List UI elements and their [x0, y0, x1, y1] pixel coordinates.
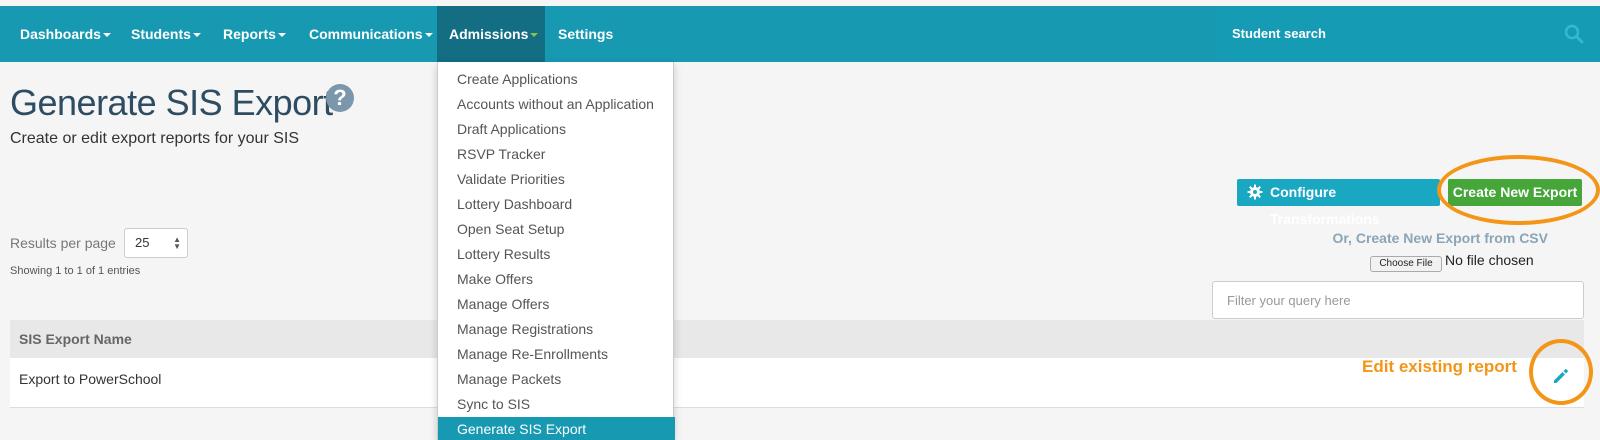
- student-search-label: Student search: [1232, 26, 1326, 41]
- menu-item-lottery-dashboard[interactable]: Lottery Dashboard: [438, 192, 675, 216]
- menu-item-manage-offers[interactable]: Manage Offers: [438, 292, 675, 316]
- menu-item-manage-registrations[interactable]: Manage Registrations: [438, 317, 675, 341]
- nav-communications[interactable]: Communications: [297, 6, 445, 62]
- admissions-dropdown-menu: Create Applications Accounts without an …: [437, 62, 675, 440]
- no-file-chosen-text: No file chosen: [1445, 252, 1534, 268]
- configure-transformations-label: Configure Transformations: [1270, 184, 1380, 227]
- menu-item-create-applications[interactable]: Create Applications: [438, 67, 675, 91]
- search-icon[interactable]: [1564, 24, 1584, 44]
- nav-label: Admissions: [449, 26, 529, 42]
- column-header-sis-export-name[interactable]: SIS Export Name: [19, 320, 132, 358]
- showing-entries-text: Showing 1 to 1 of 1 entries: [10, 265, 141, 277]
- menu-item-validate-priorities[interactable]: Validate Priorities: [438, 167, 675, 191]
- export-name-cell: Export to PowerSchool: [19, 371, 162, 387]
- table-header: SIS Export Name: [10, 320, 1584, 358]
- results-per-page-value: 25: [135, 235, 150, 250]
- menu-item-rsvp-tracker[interactable]: RSVP Tracker: [438, 142, 675, 166]
- nav-label: Communications: [309, 26, 423, 42]
- highlight-circle-edit: [1529, 339, 1593, 405]
- results-per-page-select[interactable]: 25 ▲ ▼: [124, 228, 188, 258]
- configure-transformations-button[interactable]: Configure Transformations: [1237, 179, 1440, 227]
- csv-export-label: Or, Create New Export from CSV: [1332, 230, 1548, 246]
- nav-students[interactable]: Students: [119, 6, 213, 62]
- menu-item-open-seat-setup[interactable]: Open Seat Setup: [438, 217, 675, 241]
- page-title: Generate SIS Export: [10, 82, 333, 123]
- nav-label: Reports: [223, 26, 276, 42]
- gear-icon: [1247, 184, 1263, 200]
- help-icon[interactable]: ?: [326, 84, 354, 112]
- menu-item-lottery-results[interactable]: Lottery Results: [438, 242, 675, 266]
- caret-down-icon: [277, 33, 286, 38]
- nav-reports[interactable]: Reports: [211, 6, 298, 62]
- nav-label: Students: [131, 26, 191, 42]
- nav-settings[interactable]: Settings: [546, 6, 625, 62]
- caret-down-icon: [530, 33, 539, 38]
- top-nav-bar: Dashboards Students Reports Communicatio…: [0, 6, 1600, 62]
- menu-item-manage-packets[interactable]: Manage Packets: [438, 367, 675, 391]
- table-row[interactable]: Export to PowerSchool: [10, 358, 1584, 408]
- caret-down-icon: [192, 33, 201, 38]
- nav-label: Dashboards: [20, 26, 101, 42]
- menu-item-accounts-without-application[interactable]: Accounts without an Application: [438, 92, 675, 116]
- menu-item-generate-sis-export[interactable]: Generate SIS Export: [438, 417, 675, 440]
- nav-admissions[interactable]: Admissions: [437, 6, 545, 62]
- nav-dashboards[interactable]: Dashboards: [8, 6, 123, 62]
- menu-item-manage-re-enrollments[interactable]: Manage Re-Enrollments: [438, 342, 675, 366]
- results-per-page-label: Results per page: [10, 235, 116, 251]
- caret-down-icon: [102, 33, 111, 38]
- highlight-circle-create: [1437, 155, 1600, 225]
- menu-item-sync-to-sis[interactable]: Sync to SIS: [438, 392, 675, 416]
- choose-file-button[interactable]: Choose File: [1370, 256, 1442, 272]
- caret-down-icon: [424, 33, 433, 38]
- select-arrows-icon: ▲ ▼: [173, 235, 181, 251]
- nav-label: Settings: [558, 26, 614, 42]
- edit-existing-report-annotation: Edit existing report: [1362, 357, 1517, 376]
- filter-query-input[interactable]: [1212, 281, 1584, 319]
- menu-item-draft-applications[interactable]: Draft Applications: [438, 117, 675, 141]
- student-search-field[interactable]: Student search: [1218, 6, 1600, 62]
- menu-item-make-offers[interactable]: Make Offers: [438, 267, 675, 291]
- page-subtitle: Create or edit export reports for your S…: [10, 130, 300, 147]
